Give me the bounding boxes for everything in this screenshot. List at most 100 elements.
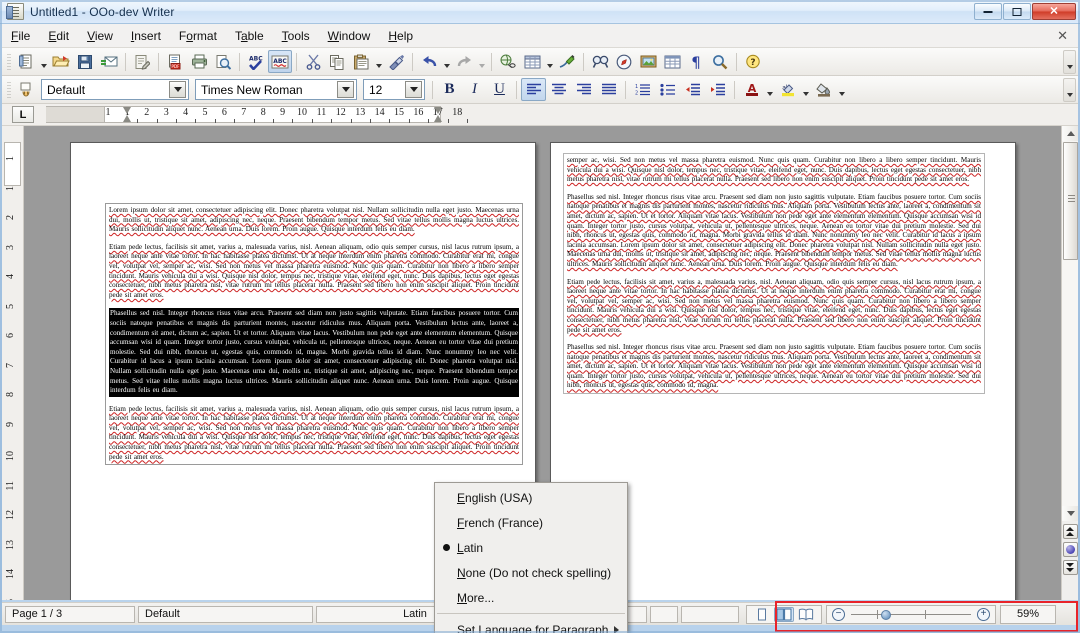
insert-table-dropdown-icon[interactable] — [544, 50, 555, 73]
align-right-icon[interactable] — [571, 78, 596, 101]
unordered-list-icon[interactable] — [655, 78, 680, 101]
minimize-button[interactable] — [974, 3, 1002, 20]
insert-table-icon[interactable] — [520, 50, 544, 73]
spelling-check-icon[interactable]: ABC — [244, 50, 268, 73]
horizontal-ruler[interactable]: 1 1 2 3 4 5 6 7 8 9 10 11 12 13 14 15 16 17 18 — [46, 104, 1078, 125]
new-document-icon[interactable] — [14, 50, 38, 73]
underline-button[interactable]: U — [487, 78, 512, 101]
print-icon[interactable] — [187, 50, 211, 73]
vertical-ruler[interactable]: 112345678910111213141516 — [2, 126, 24, 600]
font-size-combo[interactable]: 12 — [363, 79, 425, 100]
background-color-icon[interactable] — [811, 78, 836, 101]
single-page-view-icon[interactable] — [752, 607, 772, 622]
new-document-dropdown-icon[interactable] — [38, 50, 49, 73]
formatting-marks-icon[interactable]: ¶ — [684, 50, 708, 73]
context-menu-item-set-language-for-paragraph[interactable]: Set Language for Paragraph — [435, 617, 627, 633]
menu-view[interactable]: View — [78, 26, 122, 46]
right-indent-marker[interactable] — [434, 106, 443, 122]
zoom-slider[interactable] — [851, 608, 971, 621]
redo-icon[interactable] — [452, 50, 476, 73]
undo-dropdown-icon[interactable] — [441, 50, 452, 73]
scroll-up-icon[interactable] — [1062, 126, 1078, 141]
status-page-style[interactable]: Default — [138, 605, 313, 623]
copy-icon[interactable] — [325, 50, 349, 73]
formatting-toolbar-overflow-icon[interactable] — [1063, 77, 1076, 102]
scrollbar-thumb[interactable] — [1063, 142, 1078, 260]
ordered-list-icon[interactable]: 12 — [630, 78, 655, 101]
print-preview-icon[interactable] — [211, 50, 235, 73]
maximize-button[interactable] — [1003, 3, 1031, 20]
zoom-in-button[interactable]: + — [977, 607, 990, 621]
close-window-button[interactable]: ✕ — [1032, 3, 1076, 20]
cut-scissors-icon[interactable] — [301, 50, 325, 73]
toolbar-grip[interactable] — [7, 52, 11, 71]
document-paragraph[interactable]: Etiam pede lectus, facilisis sit amet, v… — [567, 278, 981, 336]
previous-page-icon[interactable] — [1063, 524, 1078, 539]
apply-style-icon[interactable] — [14, 78, 38, 101]
font-name-dropdown-icon[interactable] — [337, 81, 354, 98]
hyperlink-icon[interactable] — [496, 50, 520, 73]
data-sources-icon[interactable] — [660, 50, 684, 73]
text-frame-left[interactable]: Lorem ipsum dolor sit amet, consectetuer… — [105, 203, 523, 466]
navigation-globe-icon[interactable] — [1063, 542, 1078, 557]
paragraph-style-combo[interactable]: Default — [41, 79, 189, 100]
undo-icon[interactable] — [417, 50, 441, 73]
context-menu-item-latin[interactable]: Latin — [435, 535, 627, 560]
document-paragraph[interactable]: Phasellus sed nisl. Integer rhoncus risu… — [567, 343, 981, 391]
open-folder-icon[interactable] — [49, 50, 73, 73]
autospellcheck-icon[interactable]: ABC — [268, 50, 292, 73]
document-paragraph[interactable]: Phasellus sed nisl. Integer rhoncus risu… — [567, 193, 981, 270]
zoom-slider-thumb[interactable] — [881, 609, 892, 620]
help-icon[interactable]: ? — [741, 50, 765, 73]
bold-button[interactable]: B — [437, 78, 462, 101]
scroll-down-icon[interactable] — [1062, 506, 1078, 521]
export-pdf-icon[interactable]: PDF — [163, 50, 187, 73]
context-menu-item-more[interactable]: More... — [435, 585, 627, 610]
menu-tools[interactable]: Tools — [273, 26, 319, 46]
align-left-icon[interactable] — [521, 78, 546, 101]
menu-table[interactable]: Table — [226, 26, 273, 46]
save-icon[interactable] — [73, 50, 97, 73]
context-menu-item-french-france[interactable]: French (France) — [435, 510, 627, 535]
paragraph-style-dropdown-icon[interactable] — [169, 81, 186, 98]
context-menu-item-none-do-not-check-spelling[interactable]: None (Do not check spelling) — [435, 560, 627, 585]
align-center-icon[interactable] — [546, 78, 571, 101]
zoom-slider-group[interactable]: − + — [826, 604, 996, 624]
italic-button[interactable]: I — [462, 78, 487, 101]
tab-stop-selector[interactable]: L — [12, 106, 34, 123]
status-section-info[interactable] — [681, 605, 739, 623]
zoom-percent-display[interactable]: 59% — [1000, 604, 1056, 624]
menu-edit[interactable]: Edit — [39, 26, 78, 46]
clone-formatting-icon[interactable] — [384, 50, 408, 73]
vertical-scrollbar[interactable] — [1061, 126, 1078, 600]
zoom-out-button[interactable]: − — [832, 607, 845, 621]
font-color-icon[interactable]: A — [739, 78, 764, 101]
menu-file[interactable]: File — [2, 26, 39, 46]
multi-page-view-icon[interactable] — [774, 606, 794, 622]
highlighting-dropdown-icon[interactable] — [800, 78, 811, 101]
email-document-icon[interactable] — [97, 50, 121, 73]
edit-file-icon[interactable] — [130, 50, 154, 73]
status-page-number[interactable]: Page 1 / 3 — [5, 605, 135, 623]
navigator-compass-icon[interactable] — [612, 50, 636, 73]
menu-help[interactable]: Help — [379, 26, 422, 46]
next-page-icon[interactable] — [1063, 560, 1078, 575]
find-replace-icon[interactable] — [588, 50, 612, 73]
gallery-image-icon[interactable] — [636, 50, 660, 73]
selected-paragraph[interactable]: Phasellus sed nisl. Integer rhoncus risu… — [109, 308, 519, 397]
justify-icon[interactable] — [596, 78, 621, 101]
status-digital-signature[interactable] — [650, 605, 678, 623]
menu-insert[interactable]: Insert — [122, 26, 170, 46]
close-document-button[interactable]: ✕ — [1057, 28, 1068, 44]
redo-dropdown-icon[interactable] — [476, 50, 487, 73]
background-color-dropdown-icon[interactable] — [836, 78, 847, 101]
increase-indent-icon[interactable] — [705, 78, 730, 101]
highlighting-icon[interactable]: ab — [775, 78, 800, 101]
font-name-combo[interactable]: Times New Roman — [195, 79, 357, 100]
decrease-indent-icon[interactable] — [680, 78, 705, 101]
book-view-icon[interactable] — [796, 607, 816, 622]
menu-window[interactable]: Window — [319, 26, 380, 46]
document-paragraph[interactable]: semper ac, wisi. Sed non metus vel massa… — [567, 156, 981, 185]
menu-format[interactable]: Format — [170, 26, 226, 46]
document-paragraph[interactable]: Lorem ipsum dolor sit amet, consectetuer… — [109, 206, 519, 235]
